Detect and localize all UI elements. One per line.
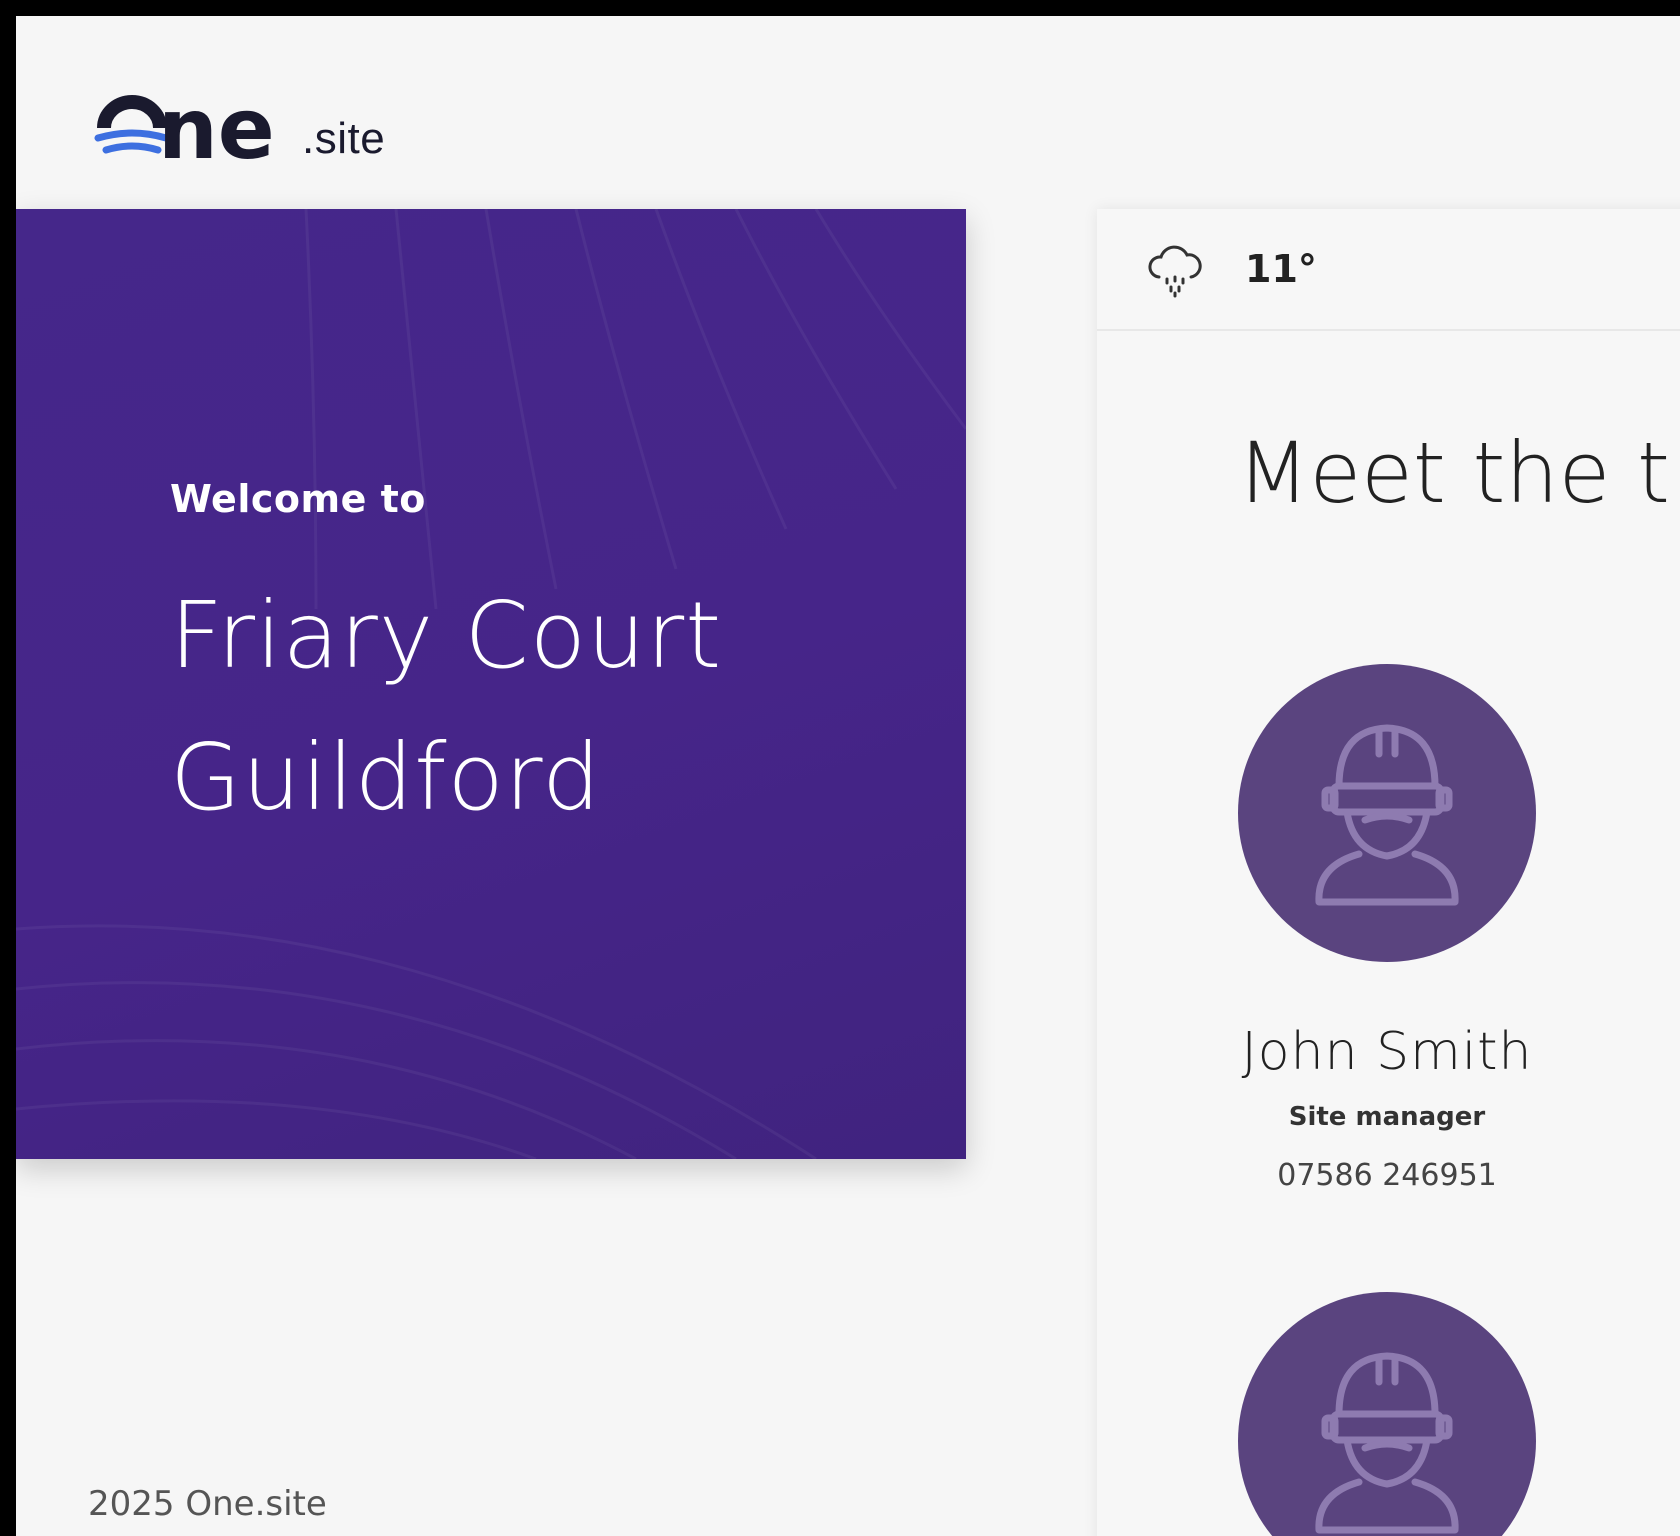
site-name-line2: Guildford bbox=[170, 724, 602, 831]
welcome-card: Welcome to Friary Court Guildford bbox=[16, 209, 966, 1159]
team-member-card[interactable] bbox=[1097, 1292, 1677, 1536]
site-name-line1: Friary Court bbox=[170, 582, 723, 689]
team-member-card[interactable]: John Smith Site manager 07586 246951 bbox=[1097, 664, 1677, 1193]
construction-worker-icon bbox=[1315, 1352, 1459, 1534]
welcome-text-block: Welcome to Friary Court Guildford bbox=[170, 477, 722, 849]
construction-worker-icon bbox=[1315, 724, 1459, 906]
one-logo-mark: ne bbox=[94, 88, 275, 168]
team-heading: Meet the t bbox=[1237, 424, 1670, 522]
team-member-name: John Smith bbox=[1241, 1022, 1533, 1082]
app-screen: ne .site Welcome to Friary Court Guildfo… bbox=[16, 16, 1680, 1536]
avatar bbox=[1238, 1292, 1536, 1536]
team-member-role: Site manager bbox=[1288, 1102, 1486, 1132]
one-site-logo[interactable]: ne .site bbox=[88, 88, 385, 168]
rain-cloud-icon bbox=[1148, 245, 1202, 298]
avatar bbox=[1238, 664, 1536, 962]
weather-bar: 11° bbox=[1097, 209, 1680, 331]
team-panel: 11° Meet the t John Smith Site manager 0… bbox=[1097, 209, 1680, 1536]
svg-text:ne: ne bbox=[158, 88, 275, 168]
weather-temperature: 11° bbox=[1245, 247, 1317, 291]
logo-suffix: .site bbox=[302, 114, 386, 163]
team-member-phone[interactable]: 07586 246951 bbox=[1097, 1158, 1677, 1193]
welcome-eyebrow: Welcome to bbox=[170, 477, 426, 521]
footer-copyright: 2025 One.site bbox=[88, 1484, 327, 1524]
